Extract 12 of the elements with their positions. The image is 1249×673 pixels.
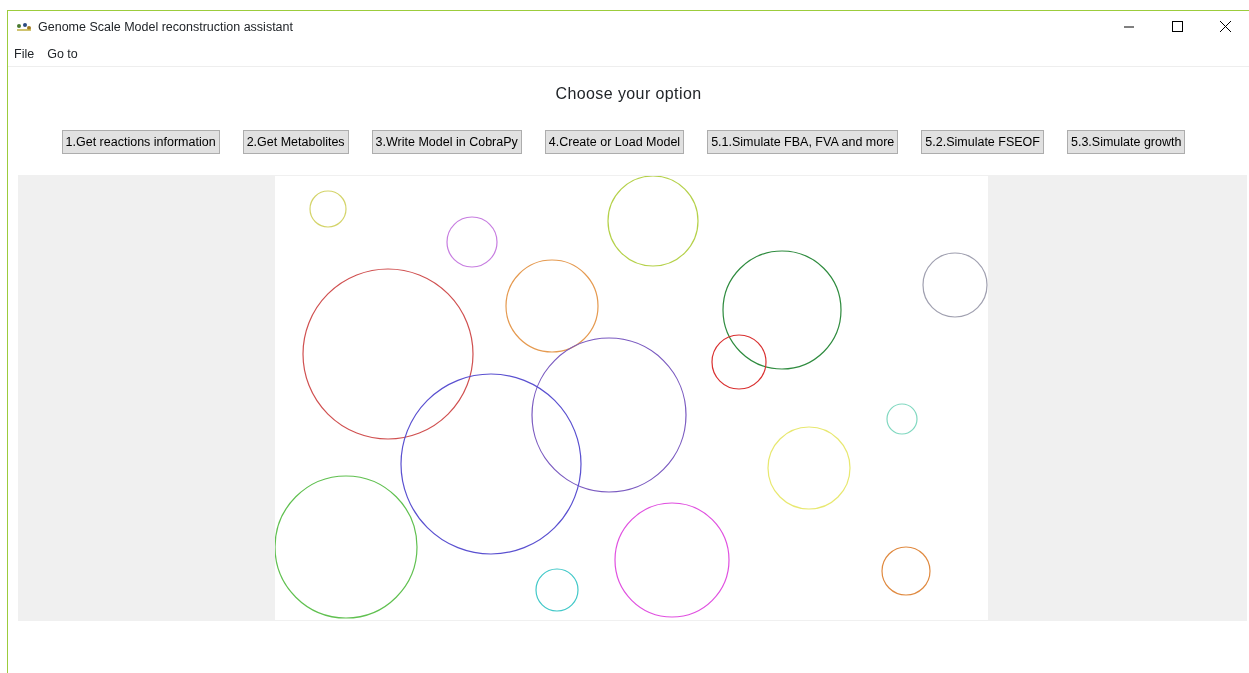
app-icon (16, 22, 32, 32)
option-button[interactable]: 2.Get Metabolites (242, 129, 349, 154)
option-button[interactable]: 1.Get reactions information (61, 129, 220, 154)
window-title: Genome Scale Model reconstruction assistant (38, 18, 293, 36)
option-button[interactable]: 4.Create or Load Model (544, 129, 685, 154)
option-button[interactable]: 5.1.Simulate FBA, FVA and more (707, 129, 899, 154)
option-button[interactable]: 5.2.Simulate FSEOF (921, 129, 1044, 154)
menu-item[interactable]: Go to (47, 45, 78, 64)
option-button[interactable]: 3.Write Model in CobraPy (371, 129, 522, 154)
option-button[interactable]: 5.3.Simulate growth (1066, 129, 1186, 154)
menu-item[interactable]: File (14, 45, 35, 64)
heading: Choose your option (554, 83, 703, 104)
